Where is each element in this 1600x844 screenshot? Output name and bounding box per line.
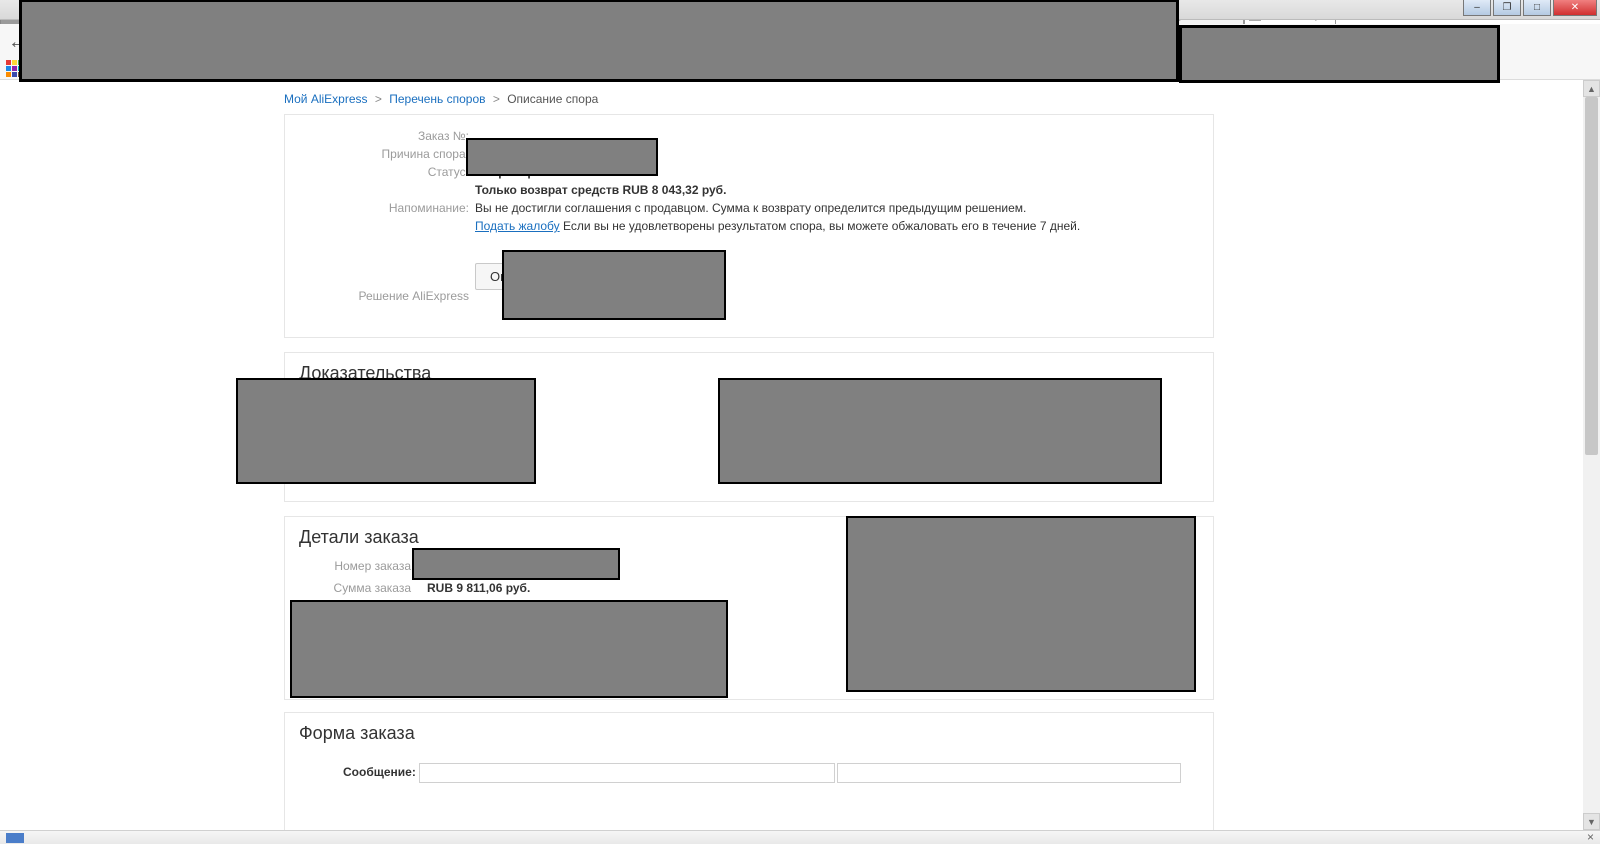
redacted-block [22, 2, 1176, 79]
scrollbar-thumb[interactable] [1585, 97, 1598, 455]
scroll-down-button[interactable]: ▼ [1583, 813, 1600, 830]
message-input-right[interactable] [837, 763, 1181, 783]
label-order-number: Номер заказа [334, 559, 411, 573]
redacted-block [238, 380, 534, 482]
scrollbar-track[interactable] [1583, 97, 1600, 813]
label-aliexpress-decision: Решение AliExpress [359, 289, 469, 303]
window-maximize-button[interactable]: □ [1523, 0, 1551, 16]
breadcrumb-separator: > [493, 92, 500, 106]
breadcrumb-link-dispute-list[interactable]: Перечень споров [389, 92, 485, 106]
label-order-no: Заказ №: [418, 129, 469, 143]
window-minimize-button[interactable]: – [1463, 0, 1491, 16]
label-reminder: Напоминание: [389, 201, 469, 215]
redacted-block [504, 252, 724, 318]
page-viewport: Мой AliExpress > Перечень споров > Описа… [0, 80, 1583, 830]
window-restore-button[interactable]: ❐ [1493, 0, 1521, 16]
complaint-tail-text: Если вы не удовлетворены результатом спо… [563, 219, 1080, 233]
statusbar-close-icon[interactable]: × [1587, 830, 1594, 844]
redacted-block [292, 602, 726, 696]
breadcrumb-link-my-aliexpress[interactable]: Мой AliExpress [284, 92, 368, 106]
label-status: Статус: [428, 165, 469, 179]
message-input-left[interactable] [419, 763, 835, 783]
window-close-button[interactable]: ✕ [1553, 0, 1597, 16]
label-order-sum: Сумма заказа [334, 581, 411, 595]
redacted-block [720, 380, 1160, 482]
value-refund: Только возврат средств RUB 8 043,32 руб. [475, 183, 726, 197]
value-order-sum: RUB 9 811,06 руб. [427, 581, 530, 595]
breadcrumb-current: Описание спора [507, 92, 598, 106]
redacted-block [848, 518, 1194, 690]
file-complaint-link[interactable]: Подать жалобу [475, 219, 560, 233]
order-form-title: Форма заказа [285, 713, 1213, 750]
breadcrumb-separator: > [375, 92, 382, 106]
label-dispute-reason: Причина спора: [382, 147, 469, 161]
vertical-scrollbar[interactable]: ▲ ▼ [1583, 80, 1600, 830]
redacted-block [468, 140, 656, 174]
scroll-up-button[interactable]: ▲ [1583, 80, 1600, 97]
breadcrumb: Мой AliExpress > Перечень споров > Описа… [284, 92, 598, 106]
value-reminder: Вы не достигли соглашения с продавцом. С… [475, 201, 1026, 215]
dispute-summary-panel: Заказ №: Причина спора: Статус: Спор зак… [284, 114, 1214, 338]
label-message: Сообщение: [343, 765, 413, 779]
order-form-panel: Форма заказа Сообщение: [284, 712, 1214, 830]
browser-statusbar: × [0, 830, 1600, 844]
redacted-block [1182, 28, 1497, 80]
redacted-block [414, 550, 618, 578]
language-indicator-icon[interactable] [6, 833, 24, 843]
